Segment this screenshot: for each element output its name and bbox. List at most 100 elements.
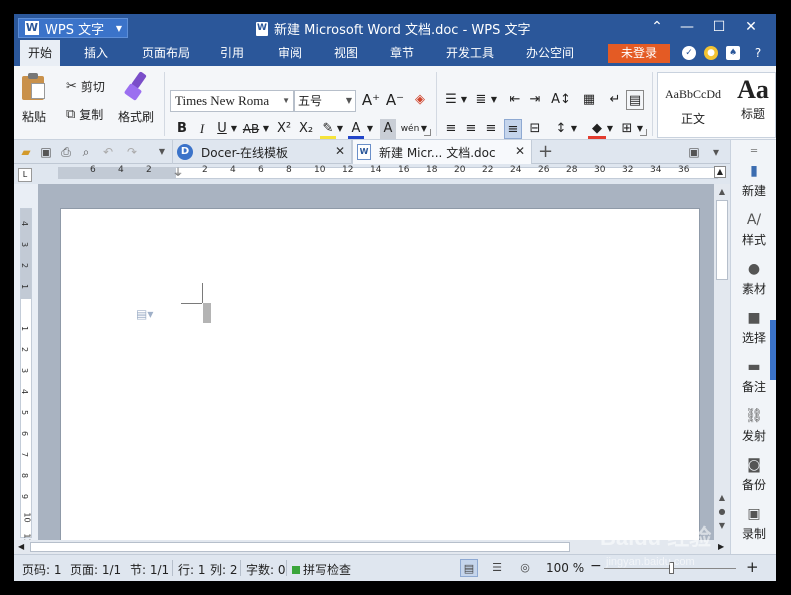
maximize-button[interactable]: ☐ bbox=[704, 14, 734, 40]
font-dialog-launcher-icon[interactable] bbox=[424, 129, 431, 136]
line-spacing-icon[interactable]: ↕ bbox=[552, 119, 570, 139]
status-page-count[interactable]: 页面: 1/1 bbox=[70, 561, 121, 578]
chevron-down-icon[interactable]: ▼ bbox=[460, 90, 468, 110]
sidebar-item-record[interactable]: ▣ 录制 bbox=[731, 505, 776, 554]
undo-icon[interactable]: ↶ bbox=[100, 144, 116, 160]
paste-options-icon[interactable]: ▤▾ bbox=[136, 307, 153, 321]
spell-check-toggle[interactable]: 拼写检查 bbox=[292, 561, 351, 578]
tab-stop-selector[interactable]: L bbox=[18, 168, 32, 182]
paste-button[interactable]: 粘贴 bbox=[22, 72, 46, 125]
chevron-down-icon[interactable]: ▼ bbox=[570, 119, 578, 139]
vertical-scroll-thumb[interactable] bbox=[716, 200, 728, 280]
open-folder-icon[interactable]: ▰ bbox=[18, 144, 34, 160]
grow-font-button[interactable]: A⁺ bbox=[360, 90, 382, 110]
scroll-left-icon[interactable]: ◀ bbox=[18, 542, 24, 551]
save-icon[interactable]: ▣ bbox=[38, 144, 54, 160]
chevron-down-icon[interactable]: ▼ bbox=[262, 119, 270, 139]
shrink-font-button[interactable]: A⁻ bbox=[384, 90, 406, 110]
phonetic-guide-button[interactable]: wén bbox=[400, 119, 420, 139]
style-heading[interactable]: Aa 标题 bbox=[728, 75, 776, 135]
font-family-select[interactable]: Times New Roma ▼ bbox=[170, 90, 294, 112]
document-page[interactable]: ▤▾ bbox=[60, 208, 700, 540]
tab-menu-icon[interactable]: ▣ bbox=[686, 144, 702, 160]
sidebar-item-backup[interactable]: ◙ 备份 bbox=[731, 456, 776, 505]
numbered-list-icon[interactable]: ≣ bbox=[472, 90, 490, 110]
align-center-icon[interactable]: ≡ bbox=[462, 119, 480, 139]
increase-indent-icon[interactable]: ⇥ bbox=[526, 90, 544, 110]
sidebar-collapse-icon[interactable]: ═ bbox=[739, 146, 769, 158]
zoom-level[interactable]: 100 % bbox=[546, 561, 584, 575]
align-left-icon[interactable]: ≡ bbox=[442, 119, 460, 139]
align-right-icon[interactable]: ≡ bbox=[482, 119, 500, 139]
document-canvas[interactable]: ▤▾ bbox=[38, 184, 714, 540]
close-icon[interactable]: ✕ bbox=[515, 144, 525, 158]
tab-view[interactable]: 视图 bbox=[326, 40, 366, 66]
print-preview-icon[interactable]: ⌕ bbox=[78, 144, 94, 160]
tab-chapter[interactable]: 章节 bbox=[382, 40, 422, 66]
scroll-up-icon[interactable]: ▲ bbox=[716, 186, 728, 198]
scroll-right-icon[interactable]: ▶ bbox=[718, 542, 724, 551]
chevron-down-icon[interactable]: ▼ bbox=[366, 119, 374, 139]
tab-developer[interactable]: 开发工具 bbox=[438, 40, 502, 66]
table-icon[interactable]: ▦ bbox=[580, 90, 598, 110]
paragraph-layout-icon[interactable]: ▤ bbox=[626, 90, 644, 110]
help-button[interactable]: ? bbox=[746, 40, 770, 66]
clear-format-icon[interactable]: ◈ bbox=[410, 90, 430, 110]
highlight-pen-icon[interactable]: ✎ bbox=[320, 119, 336, 139]
indent-marker-icon[interactable]: ⏚ bbox=[173, 164, 183, 179]
collapse-ribbon-button[interactable]: ⌃ bbox=[642, 14, 672, 40]
chevron-down-icon[interactable]: ▼ bbox=[336, 119, 344, 139]
tab-office-space[interactable]: 办公空间 bbox=[518, 40, 582, 66]
status-section[interactable]: 节: 1/1 bbox=[130, 561, 169, 578]
tab-page-layout[interactable]: 页面布局 bbox=[134, 40, 198, 66]
chevron-down-icon[interactable]: ▼ bbox=[230, 119, 238, 139]
close-button[interactable]: ✕ bbox=[736, 14, 766, 40]
sidebar-item-material[interactable]: ● 素材 bbox=[731, 260, 776, 309]
decrease-indent-icon[interactable]: ⇤ bbox=[506, 90, 524, 110]
shirt-icon[interactable]: ♠ bbox=[726, 46, 740, 60]
sidebar-item-send[interactable]: ⛓ 发射 bbox=[731, 407, 776, 456]
tab-review[interactable]: 审阅 bbox=[270, 40, 310, 66]
bullet-list-icon[interactable]: ☰ bbox=[442, 90, 460, 110]
distribute-icon[interactable]: ⊟ bbox=[526, 119, 544, 139]
outline-view-button[interactable]: ☰ bbox=[488, 559, 506, 577]
char-shading-button[interactable]: A bbox=[380, 119, 396, 139]
paragraph-dialog-launcher-icon[interactable] bbox=[640, 129, 647, 136]
tab-list-icon[interactable]: ▾ bbox=[708, 144, 724, 160]
copy-button[interactable]: ⧉ 复制 bbox=[66, 106, 103, 123]
tab-current-document[interactable]: W 新建 Micr... 文档.doc ✕ bbox=[352, 140, 532, 164]
horizontal-scroll-thumb[interactable] bbox=[30, 542, 570, 552]
customize-toolbar-icon[interactable]: ▼ bbox=[154, 144, 170, 160]
status-word-count[interactable]: 字数: 0 bbox=[246, 561, 286, 578]
previous-page-icon[interactable]: ▲ bbox=[716, 492, 728, 504]
tab-docer-templates[interactable]: D Docer-在线模板 ✕ bbox=[172, 140, 352, 164]
tab-home[interactable]: 开始 bbox=[20, 40, 60, 66]
print-icon[interactable]: ⎙ bbox=[58, 144, 74, 160]
italic-button[interactable]: I bbox=[194, 119, 210, 139]
close-icon[interactable]: ✕ bbox=[335, 144, 345, 158]
vertical-scrollbar[interactable]: ▲ ▲ ● ▼ bbox=[714, 184, 730, 540]
superscript-button[interactable]: X² bbox=[274, 119, 294, 139]
zoom-out-button[interactable]: − bbox=[590, 558, 602, 574]
chevron-down-icon[interactable]: ▼ bbox=[490, 90, 498, 110]
app-menu-button[interactable]: W WPS 文字 ▼ bbox=[18, 18, 128, 38]
status-page-number[interactable]: 页码: 1 bbox=[22, 561, 62, 578]
redo-icon[interactable]: ↷ bbox=[124, 144, 140, 160]
text-direction-icon[interactable]: A↕ bbox=[550, 90, 572, 110]
font-color-button[interactable]: A bbox=[348, 119, 364, 139]
tab-references[interactable]: 引用 bbox=[212, 40, 252, 66]
format-painter-button[interactable]: 格式刷 bbox=[118, 71, 154, 125]
ruler-toggle-icon[interactable]: ▲ bbox=[714, 166, 726, 178]
status-column[interactable]: 列: 2 bbox=[210, 561, 238, 578]
web-view-button[interactable]: ◎ bbox=[516, 559, 534, 577]
style-normal[interactable]: AaBbCcDd 正文 bbox=[662, 75, 724, 135]
new-tab-button[interactable]: + bbox=[538, 141, 553, 162]
status-line[interactable]: 行: 1 bbox=[178, 561, 206, 578]
login-button[interactable]: 未登录 bbox=[608, 44, 670, 63]
justify-icon[interactable]: ≡ bbox=[504, 119, 522, 139]
underline-button[interactable]: U bbox=[214, 119, 230, 139]
select-browse-object-icon[interactable]: ● bbox=[716, 506, 728, 518]
chevron-down-icon[interactable]: ▼ bbox=[606, 119, 614, 139]
tab-insert[interactable]: 插入 bbox=[76, 40, 116, 66]
sidebar-expand-handle[interactable] bbox=[770, 320, 776, 380]
